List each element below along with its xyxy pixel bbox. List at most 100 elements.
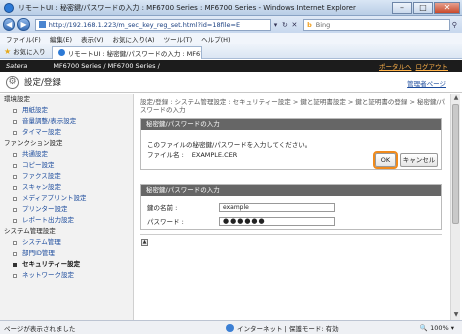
menu-edit[interactable]: 編集(E) — [50, 34, 72, 44]
breadcrumb: 設定/登録 : システム管理設定 : セキュリティー設定 > 鍵と証明書設定 >… — [140, 98, 446, 114]
maximize-button[interactable]: □ — [413, 1, 433, 14]
menu-help[interactable]: ヘルプ(H) — [201, 34, 230, 44]
sidebar-item-common[interactable]: 共通設定 — [0, 149, 133, 160]
favorites-label: お気に入り — [13, 48, 46, 56]
tab-label: リモートUI : 秘密鍵/パスワードの入力 : MF67... — [67, 49, 202, 58]
favorites-bar: ★ お気に入り リモートUI : 秘密鍵/パスワードの入力 : MF67... — [0, 44, 462, 59]
password-row: パスワード : ●●●●●● — [147, 216, 335, 226]
sidebar-item-system-management[interactable]: システム管理 — [0, 237, 133, 248]
search-engine-label: Bing — [315, 20, 331, 29]
sidebar-item-network[interactable]: ネットワーク設定 — [0, 270, 133, 281]
file-name-row: ファイル名 : EXAMPLE.CER — [147, 149, 237, 159]
favorites-button[interactable]: ★ お気に入り — [4, 46, 46, 57]
page-header: Satera MF6700 Series / MF6700 Series / ポ… — [0, 60, 462, 72]
dialog-header: 秘密鍵/パスワードの入力 — [141, 119, 441, 130]
scrollbar-thumb[interactable] — [452, 104, 459, 224]
bullet-icon — [13, 207, 17, 212]
bullet-icon — [13, 152, 17, 157]
sidebar-item-scan[interactable]: スキャン設定 — [0, 182, 133, 193]
manager-page-link[interactable]: 管理者ページ — [407, 78, 446, 88]
sidebar-item-media-print[interactable]: メディアプリント設定 — [0, 193, 133, 204]
sidebar-item-copy[interactable]: コピー設定 — [0, 160, 133, 171]
bullet-icon — [13, 119, 17, 124]
ie-logo-icon — [4, 2, 14, 13]
sidebar-item-paper[interactable]: 用紙設定 — [0, 105, 133, 116]
page-title: 設定/登録 — [24, 78, 61, 88]
forward-button[interactable]: ▶ — [17, 18, 30, 31]
bullet-icon — [13, 251, 17, 256]
page-icon — [38, 21, 46, 28]
bullet-icon — [13, 163, 17, 168]
minimize-button[interactable]: – — [392, 1, 412, 14]
status-bar: ページが表示されました インターネット | 保護モード: 有効 🔍 100% ▾ — [0, 320, 462, 334]
sidebar-group-function[interactable]: ファンクション設定 — [0, 138, 133, 149]
portal-link[interactable]: ポータルへ — [379, 61, 412, 71]
sidebar-item-report[interactable]: レポート出力設定 — [0, 215, 133, 226]
stop-icon[interactable]: ✕ — [290, 21, 299, 29]
browser-tab[interactable]: リモートUI : 秘密鍵/パスワードの入力 : MF67... — [51, 45, 202, 59]
security-zone[interactable]: インターネット | 保護モード: 有効 — [226, 323, 339, 333]
scroll-up-icon[interactable]: ▲ — [451, 94, 461, 103]
zoom-level[interactable]: 🔍 100% ▾ — [420, 324, 454, 332]
page-top-icon[interactable]: ▲ — [141, 239, 148, 246]
file-name-value: EXAMPLE.CER — [191, 151, 238, 159]
close-button[interactable]: ✕ — [434, 1, 460, 14]
gear-icon: ⚙ — [6, 75, 19, 89]
star-icon: ★ — [4, 46, 12, 56]
bullet-icon — [13, 240, 17, 245]
menu-bar: ファイル(F) 編集(E) 表示(V) お気に入り(A) ツール(T) ヘルプ(… — [0, 33, 462, 44]
sidebar-group-system[interactable]: システム管理設定 — [0, 226, 133, 237]
form-header: 秘密鍵/パスワードの入力 — [141, 185, 441, 196]
bullet-icon — [13, 108, 17, 113]
address-toolbar: ◀ ▶ http://192.168.1.223/m_sec_key_reg_s… — [0, 16, 462, 33]
back-button[interactable]: ◀ — [3, 18, 16, 31]
key-password-form: 秘密鍵/パスワードの入力 鍵の名前 : example パスワード : ●●●●… — [140, 184, 442, 230]
ok-button[interactable]: OK — [373, 151, 398, 169]
bullet-icon — [13, 218, 17, 223]
cancel-button[interactable]: キャンセル — [400, 153, 438, 167]
globe-icon — [226, 323, 234, 332]
window-title-bar: リモートUI : 秘密鍵/パスワードの入力 : MF6700 Series : … — [0, 0, 462, 16]
search-icon[interactable]: ⚲ — [450, 21, 459, 29]
bullet-icon — [13, 196, 17, 201]
menu-favorites[interactable]: お気に入り(A) — [113, 34, 155, 44]
key-name-label: 鍵の名前 : — [147, 204, 178, 212]
logout-link[interactable]: ログアウト — [416, 61, 449, 71]
brand-logo: Satera — [6, 62, 28, 70]
password-field[interactable]: ●●●●●● — [219, 216, 335, 226]
bullet-icon — [13, 174, 17, 179]
zoom-value: 100% — [430, 324, 449, 332]
search-input[interactable]: b Bing — [303, 18, 450, 31]
dropdown-icon[interactable]: ▾ — [271, 21, 280, 29]
dialog-message: このファイルの秘密鍵/パスワードを入力してください。 — [147, 141, 312, 149]
url-input[interactable]: http://192.168.1.223/m_sec_key_reg_set.h… — [34, 18, 271, 31]
sidebar-item-volume-display[interactable]: 音量調整/表示設定 — [0, 116, 133, 127]
refresh-icon[interactable]: ↻ — [280, 21, 289, 29]
menu-file[interactable]: ファイル(F) — [6, 34, 41, 44]
zone-text: インターネット | 保護モード: 有効 — [237, 324, 339, 333]
sidebar-item-timer[interactable]: タイマー設定 — [0, 127, 133, 138]
bullet-icon — [13, 185, 17, 190]
menu-view[interactable]: 表示(V) — [81, 34, 104, 44]
menu-tools[interactable]: ツール(T) — [164, 34, 193, 44]
url-text: http://192.168.1.223/m_sec_key_reg_set.h… — [48, 20, 241, 29]
sidebar-item-department-id[interactable]: 部門ID管理 — [0, 248, 133, 259]
header-links: ポータルへ ログアウト — [375, 61, 448, 71]
sidebar-item-security[interactable]: セキュリティー設定 — [0, 259, 133, 270]
device-model: MF6700 Series / MF6700 Series / — [53, 62, 160, 70]
scroll-down-icon[interactable]: ▼ — [451, 311, 461, 320]
section-bar: ⚙ 設定/登録 管理者ページ — [0, 72, 462, 93]
vertical-scrollbar[interactable]: ▲ ▼ — [450, 94, 460, 320]
sidebar-item-printer[interactable]: プリンター設定 — [0, 204, 133, 215]
sidebar-group-environment[interactable]: 環境設定 — [0, 94, 133, 105]
status-text: ページが表示されました — [4, 324, 76, 333]
sidebar: 環境設定 用紙設定 音量調整/表示設定 タイマー設定 ファンクション設定 共通設… — [0, 94, 134, 320]
window-title: リモートUI : 秘密鍵/パスワードの入力 : MF6700 Series : … — [18, 3, 356, 12]
key-name-row: 鍵の名前 : example — [147, 202, 335, 212]
sidebar-item-fax[interactable]: ファクス設定 — [0, 171, 133, 182]
key-name-field[interactable]: example — [219, 202, 335, 212]
password-label: パスワード : — [147, 218, 184, 226]
bullet-icon — [13, 130, 17, 135]
bullet-icon — [13, 273, 17, 278]
tab-favicon-icon — [57, 49, 65, 56]
